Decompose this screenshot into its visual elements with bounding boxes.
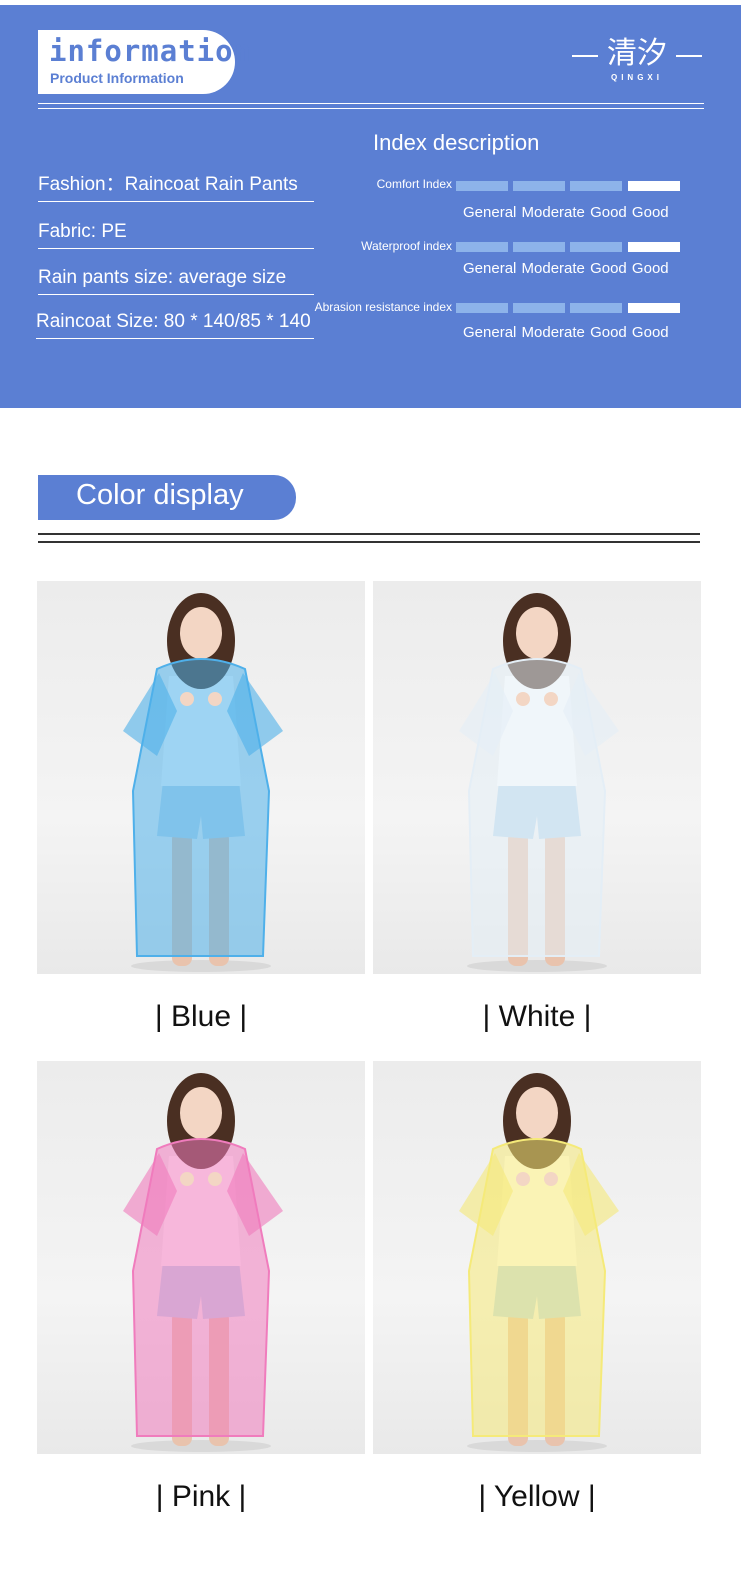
meter-scale-comfort: General Moderate Good Good: [463, 204, 669, 221]
meter-segment: [628, 242, 680, 252]
meter-segment: [456, 242, 508, 252]
info-title: information: [49, 34, 253, 68]
meter-segment: [456, 181, 508, 191]
info-subtitle: Product Information: [50, 70, 184, 86]
logo-latin: QINGXI: [610, 73, 663, 82]
color-caption-white: | White |: [482, 1000, 592, 1033]
meter-scale-waterproof: General Moderate Good Good: [463, 260, 669, 277]
color-display-tag: Color display: [38, 475, 296, 520]
color-caption-pink: | Pink |: [155, 1480, 247, 1513]
color-caption-yellow: | Yellow |: [478, 1480, 596, 1513]
spec-fabric: Fabric: PE: [38, 215, 314, 249]
model-illustration: [459, 1073, 619, 1452]
color-display-heading: Color display: [76, 479, 244, 511]
divider-line: [38, 103, 704, 104]
product-photo-blue[interactable]: [37, 581, 365, 974]
index-heading: Index description: [373, 130, 540, 155]
logo-dash-left: [572, 55, 598, 57]
divider-line: [38, 533, 700, 535]
model-illustration: [459, 593, 619, 972]
product-photo-white[interactable]: [373, 581, 701, 974]
meter-bars-comfort: [456, 181, 680, 191]
spec-raincoat-size: Raincoat Size: 80 * 140/85 * 140: [36, 305, 314, 339]
info-title-tag: information Product Information: [38, 30, 251, 94]
product-photo-pink[interactable]: [37, 1061, 365, 1454]
meter-segment: [513, 303, 565, 313]
logo-glyphs: 清汐: [607, 36, 667, 71]
spec-fashion: Fashion：Raincoat Rain Pants: [38, 168, 314, 202]
divider-line: [38, 541, 700, 543]
meter-segment: [628, 303, 680, 313]
meter-segment: [570, 303, 622, 313]
model-illustration: [123, 593, 283, 972]
divider-line: [38, 108, 704, 109]
meter-label-waterproof: Waterproof index: [361, 239, 452, 253]
logo-dash-right: [676, 55, 702, 57]
meter-segment: [628, 181, 680, 191]
meter-label-abrasion: Abrasion resistance index: [314, 300, 452, 314]
meter-scale-abrasion: General Moderate Good Good: [463, 324, 669, 341]
brand-logo: 清汐 QINGXI: [572, 35, 702, 95]
meter-segment: [456, 303, 508, 313]
meter-segment: [513, 242, 565, 252]
meter-bars-waterproof: [456, 242, 680, 252]
product-photo-yellow[interactable]: [373, 1061, 701, 1454]
product-info-panel: information Product Information 清汐 QINGX…: [0, 5, 741, 408]
meter-bars-abrasion: [456, 303, 680, 313]
model-illustration: [123, 1073, 283, 1452]
meter-segment: [570, 242, 622, 252]
spec-pants-size: Rain pants size: average size: [38, 261, 314, 295]
meter-label-comfort: Comfort Index: [376, 177, 452, 191]
meter-segment: [570, 181, 622, 191]
meter-segment: [513, 181, 565, 191]
color-caption-blue: | Blue |: [154, 1000, 248, 1033]
